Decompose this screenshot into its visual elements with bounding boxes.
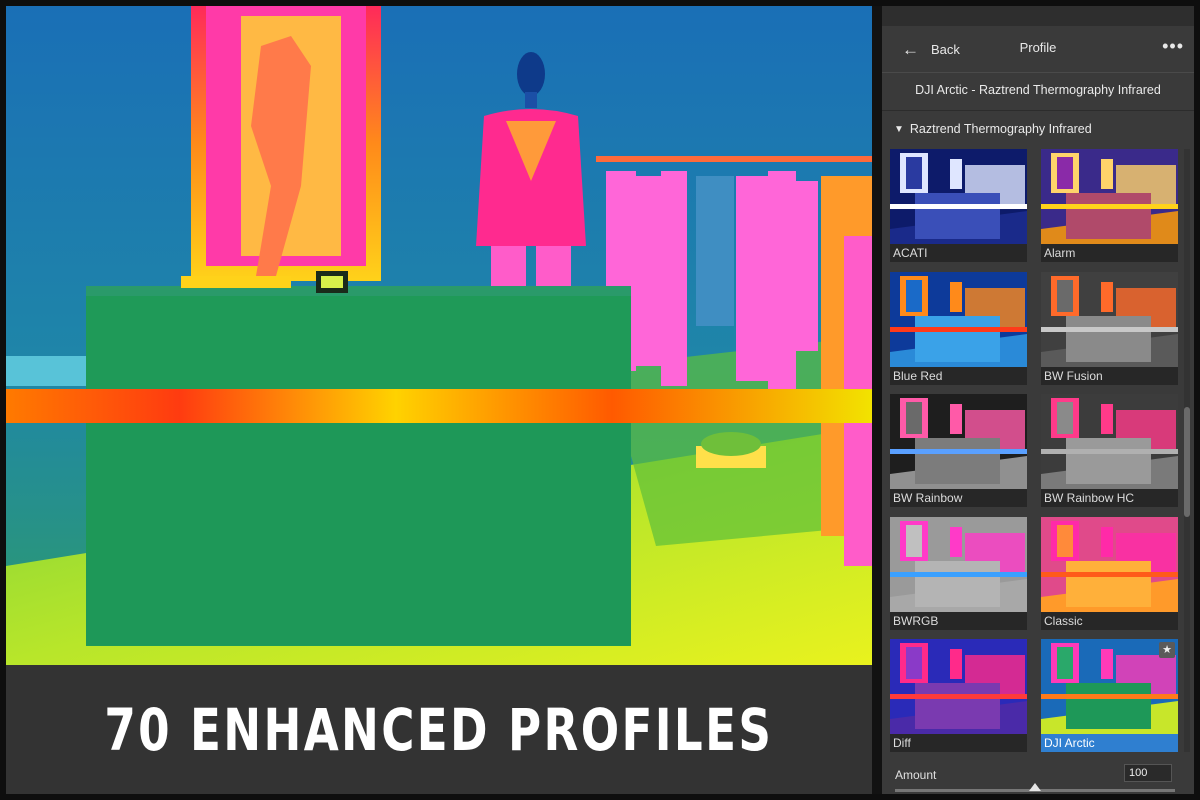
thermal-photo-illustration [6, 6, 872, 665]
profile-thumbnail-label: BW Rainbow [890, 489, 1027, 507]
profile-thumbnail-label: BWRGB [890, 611, 1027, 630]
current-profile-name: DJI Arctic - Raztrend Thermography Infra… [915, 83, 1161, 97]
profile-thumbnail-label: BW Rainbow HC [1041, 489, 1178, 507]
profile-preview-image [890, 271, 1027, 367]
profile-thumbnail[interactable]: Blue Red [890, 271, 1027, 385]
profile-thumbnail-label: Blue Red [890, 366, 1027, 385]
profile-thumbnail[interactable]: BW Rainbow HC [1041, 394, 1178, 507]
profile-thumbnail-label: Diff [890, 734, 1027, 752]
profile-preview-image [1041, 516, 1178, 612]
profile-preview-image [1041, 271, 1178, 367]
profile-preview-image [890, 394, 1027, 489]
profile-thumbnail-label: Alarm [1041, 244, 1178, 262]
profile-thumbnail-label: BW Fusion [1041, 366, 1178, 385]
more-horizontal-icon[interactable]: ••• [1162, 36, 1184, 57]
profile-thumbnail[interactable]: Diff [890, 639, 1027, 752]
amount-label: Amount [895, 768, 937, 782]
profile-preview-image [1041, 639, 1178, 734]
panel-title: Profile [1019, 40, 1057, 55]
header-divider [882, 72, 1194, 73]
profile-thumbnail[interactable]: ACATI [890, 149, 1027, 262]
panel-top-bar [882, 6, 1194, 26]
profile-thumbnail[interactable]: Alarm [1041, 149, 1178, 262]
scrollbar-thumb[interactable] [1184, 407, 1190, 517]
profile-thumbnail[interactable]: Classic [1041, 516, 1178, 630]
panel-header: ← Back Profile ••• [882, 34, 1194, 64]
profile-thumbnail[interactable]: BWRGB [890, 516, 1027, 630]
star-icon[interactable]: ★ [1159, 642, 1175, 658]
profile-preview-image [890, 516, 1027, 612]
profile-group-name: Raztrend Thermography Infrared [909, 122, 1092, 136]
profile-group-toggle[interactable]: ▼ Raztrend Thermography Infrared [894, 122, 1092, 136]
profile-thumbnail[interactable]: BW Rainbow [890, 394, 1027, 507]
profile-thumbnail-label: ACATI [890, 244, 1027, 262]
profile-preview-image [890, 639, 1027, 734]
caption-title: 70 ENHANCED PROFILES [104, 695, 774, 764]
grid-scrollbar[interactable] [1184, 149, 1190, 752]
profile-panel: ← Back Profile ••• DJI Arctic - Raztrend… [882, 6, 1194, 794]
profile-thumbnail-label: Classic [1041, 611, 1178, 630]
photo-preview [6, 6, 872, 665]
profile-name-divider [882, 110, 1194, 111]
profile-thumbnail-label: DJI Arctic [1041, 734, 1178, 752]
profile-thumbnail[interactable]: DJI Arctic ★ [1041, 639, 1178, 752]
profile-thumbnail[interactable]: BW Fusion [1041, 271, 1178, 385]
profile-preview-image [1041, 394, 1178, 489]
caption-bar: 70 ENHANCED PROFILES [6, 665, 872, 794]
profile-thumbnail-grid: ACATI Alarm Blue Red BW Fusion BW Rainbow BW … [890, 149, 1178, 752]
profile-preview-image [890, 149, 1027, 244]
amount-input[interactable] [1124, 764, 1172, 782]
profile-preview-image [1041, 149, 1178, 244]
triangle-down-icon: ▼ [894, 123, 904, 135]
panel-divider [872, 6, 882, 794]
amount-slider-handle[interactable] [1029, 783, 1041, 791]
